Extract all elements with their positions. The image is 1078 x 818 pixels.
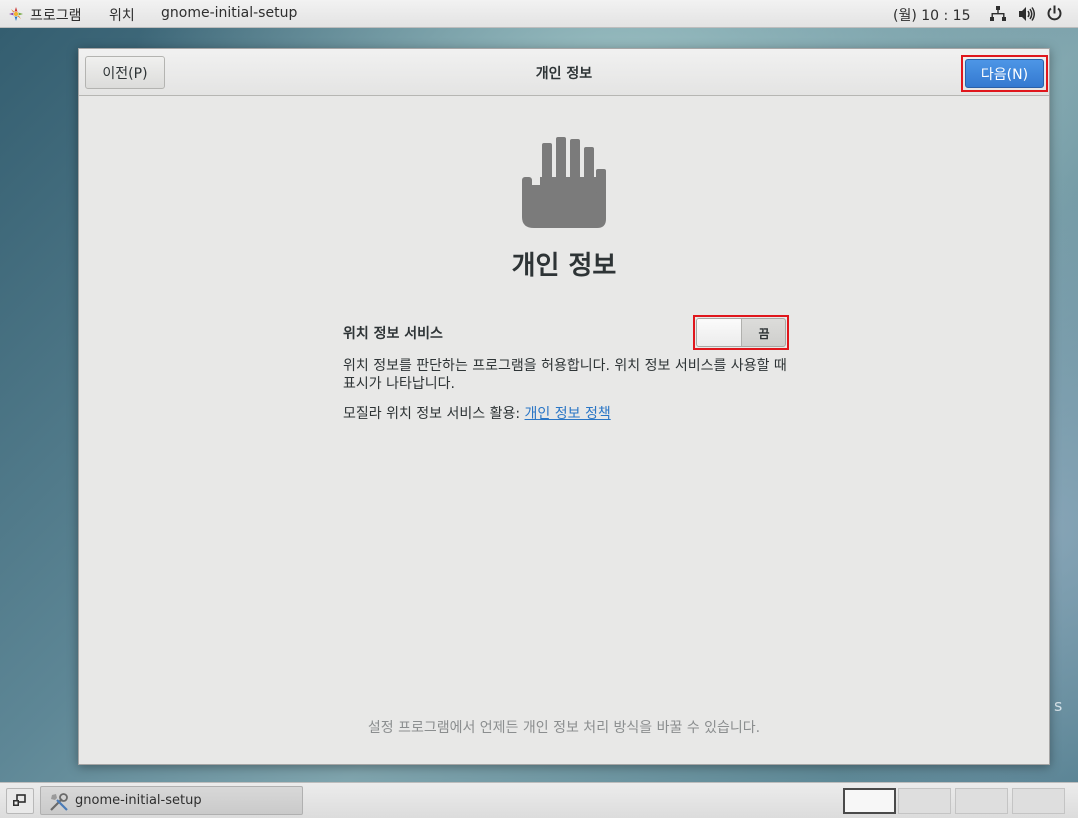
footer-note: 설정 프로그램에서 언제든 개인 정보 처리 방식을 바꿀 수 있습니다. [367, 720, 761, 736]
switch-knob[interactable] [697, 319, 742, 346]
workspace-2[interactable] [898, 788, 951, 814]
location-services-title: 위치 정보 서비스 [343, 326, 443, 342]
active-window-menu[interactable]: gnome-initial-setup [161, 5, 297, 21]
volume-icon[interactable] [1018, 6, 1036, 22]
logo-icon[interactable] [8, 6, 24, 22]
workspace-3[interactable] [955, 788, 1008, 814]
show-desktop-icon [13, 794, 26, 806]
privacy-policy-link[interactable]: 개인 정보 정책 [525, 406, 611, 422]
setup-tools-icon [50, 793, 68, 811]
show-desktop-button[interactable] [6, 788, 34, 814]
workspace-4[interactable] [1012, 788, 1065, 814]
switch-state-label: 끔 [758, 327, 770, 341]
mozilla-location-line: 모질라 위치 정보 서비스 활용: 개인 정보 정책 [343, 403, 611, 423]
places-menu[interactable]: 위치 [109, 5, 135, 25]
power-icon[interactable] [1046, 5, 1063, 22]
location-services-switch[interactable]: 끔 [696, 318, 786, 347]
top-bar: 프로그램 위치 gnome-initial-setup (월) 10 : 15 [0, 0, 1078, 28]
dialog-title: 개인 정보 [535, 66, 593, 82]
hand-privacy-icon [522, 137, 606, 228]
desktop-partial-text: s [1054, 696, 1063, 715]
bottom-taskbar: gnome-initial-setup [0, 782, 1078, 818]
network-icon[interactable] [989, 5, 1007, 23]
mozilla-prefix: 모질라 위치 정보 서비스 활용: [343, 406, 521, 422]
location-services-description: 위치 정보를 판단하는 프로그램을 허용합니다. 위치 정보 서비스를 사용할 … [343, 358, 787, 392]
dialog-header: 이전(P) 개인 정보 다음(N) [79, 49, 1049, 96]
taskbar-window-label: gnome-initial-setup [75, 793, 202, 808]
next-button[interactable]: 다음(N) [965, 59, 1044, 88]
setup-dialog: 이전(P) 개인 정보 다음(N) 개인 정보 위치 정보 서비스 끔 위치 정… [78, 48, 1050, 765]
applications-menu[interactable]: 프로그램 [30, 5, 82, 25]
workspace-1[interactable] [843, 788, 896, 814]
clock[interactable]: (월) 10 : 15 [893, 5, 971, 25]
page-heading: 개인 정보 [511, 251, 617, 281]
taskbar-window-button[interactable]: gnome-initial-setup [40, 786, 303, 815]
